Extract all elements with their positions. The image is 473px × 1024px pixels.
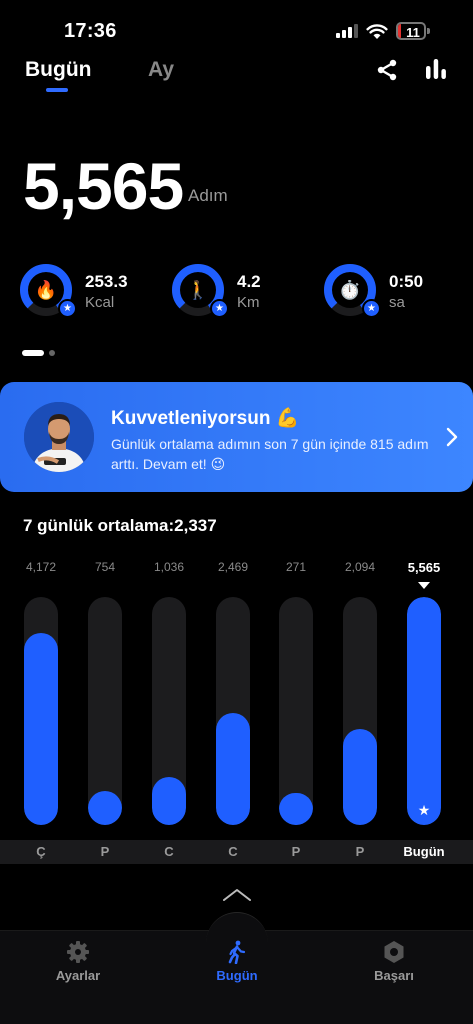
bar <box>24 633 58 825</box>
battery-icon: 11 <box>396 22 430 40</box>
share-icon[interactable] <box>375 58 399 82</box>
bar <box>152 777 186 825</box>
star-icon: ★ <box>417 802 431 818</box>
bar-track[interactable] <box>279 597 313 825</box>
walking-person-icon: 🚶 <box>186 280 210 300</box>
metric-calories: 🔥 ★ 253.3 Kcal <box>18 262 158 322</box>
metric-unit: sa <box>389 294 405 311</box>
day-label: C <box>228 844 238 859</box>
walking-person-icon <box>228 940 246 964</box>
active-tab-indicator <box>46 88 68 92</box>
bar: ★ <box>407 597 441 825</box>
bar-track[interactable] <box>24 597 58 825</box>
status-bar: 17:36 11 <box>0 0 473 56</box>
bar-value-label: 1,036 <box>153 560 185 574</box>
nav-label: Başarı <box>374 968 414 983</box>
bar <box>216 713 250 825</box>
battery-level: 11 <box>406 25 420 40</box>
bar <box>343 729 377 825</box>
bar-track[interactable] <box>152 597 186 825</box>
page-dot <box>49 350 55 356</box>
achievement-hexagon-icon <box>384 941 404 963</box>
bar-track[interactable] <box>88 597 122 825</box>
metric-unit: Kcal <box>85 294 115 311</box>
nav-label: Ayarlar <box>55 968 101 983</box>
motivation-card[interactable]: Kuvvetleniyorsun 💪 Günlük ortalama adımı… <box>0 382 473 492</box>
status-time: 17:36 <box>64 20 117 42</box>
steps-unit: Adım <box>188 186 228 205</box>
cellular-signal-icon <box>336 24 358 38</box>
nav-label: Bugün <box>216 968 258 983</box>
bar-value-labels: 4,172 754 1,036 2,469 271 2,094 5,565 <box>0 560 473 576</box>
bar-value-label: 5,565 <box>407 560 441 575</box>
star-badge-icon: ★ <box>362 299 381 318</box>
bar-track[interactable] <box>216 597 250 825</box>
bar <box>279 793 313 825</box>
day-label: Ç <box>36 844 46 859</box>
weekly-bar-chart: ★ <box>0 597 473 827</box>
nav-item-settings[interactable]: Ayarlar <box>38 940 118 983</box>
star-badge-icon: ★ <box>210 299 229 318</box>
stopwatch-icon: ⏱️ <box>338 280 362 300</box>
wifi-icon <box>366 24 388 39</box>
coach-avatar <box>24 402 94 472</box>
bar-chart-icon[interactable] <box>425 58 447 80</box>
nav-item-achievements[interactable]: Başarı <box>354 940 434 983</box>
bar-value-label: 271 <box>285 560 307 574</box>
tab-today[interactable]: Bugün <box>25 58 91 82</box>
page-dot-active <box>22 350 44 356</box>
card-text: Günlük ortalama adımın son 7 gün içinde … <box>111 436 429 472</box>
chevron-up-icon[interactable] <box>222 888 252 902</box>
bar-value-label: 754 <box>94 560 116 574</box>
metric-duration: ⏱️ ★ 0:50 sa <box>322 262 462 322</box>
metric-value: 253.3 <box>85 272 128 291</box>
metric-distance: 🚶 ★ 4.2 Km <box>170 262 310 322</box>
steps-count: 5,565 <box>23 149 184 223</box>
card-title: Kuvvetleniyorsun 💪 <box>111 408 300 429</box>
today-pointer-icon <box>418 582 430 589</box>
day-label: C <box>164 844 174 859</box>
tab-month[interactable]: Ay <box>148 58 174 82</box>
day-label: P <box>355 844 365 859</box>
star-badge-icon: ★ <box>58 299 77 318</box>
bar-value-label: 2,094 <box>344 560 376 574</box>
bar <box>88 791 122 825</box>
bar-track[interactable] <box>343 597 377 825</box>
bar-value-label: 4,172 <box>25 560 57 574</box>
chevron-right-icon[interactable] <box>446 427 458 447</box>
metric-unit: Km <box>237 294 260 311</box>
day-labels: Ç P C C P P Bugün <box>0 840 473 864</box>
fire-icon: 🔥 <box>34 280 58 300</box>
metric-value: 4.2 <box>237 272 261 291</box>
metric-value: 0:50 <box>389 272 424 291</box>
nav-item-today[interactable]: Bugün <box>197 940 277 983</box>
day-label: P <box>291 844 301 859</box>
day-label: Bugün <box>403 844 445 859</box>
gear-icon <box>67 941 89 963</box>
bar-value-label: 2,469 <box>217 560 249 574</box>
bar-track[interactable]: ★ <box>407 597 441 825</box>
day-label: P <box>100 844 110 859</box>
weekly-average: 7 günlük ortalama:2,337 <box>23 516 217 535</box>
